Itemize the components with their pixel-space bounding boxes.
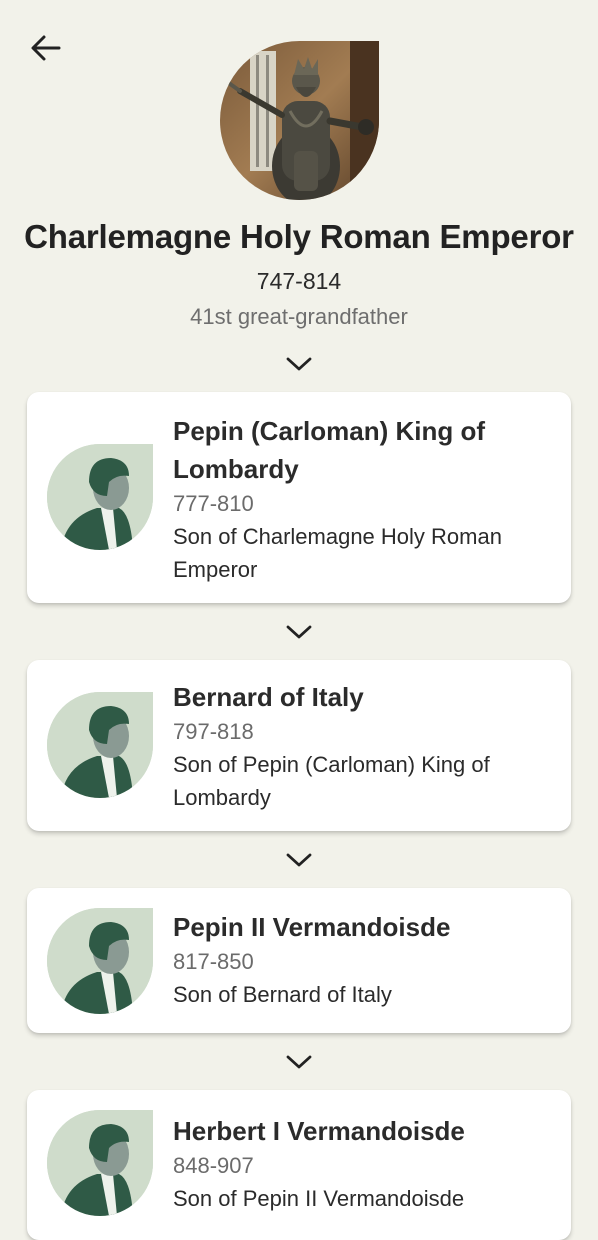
chevron-down-icon <box>286 625 312 639</box>
expand-chevron[interactable] <box>284 622 314 642</box>
avatar <box>47 1110 153 1216</box>
ancestor-dates: 777-810 <box>173 491 254 516</box>
person-name: Charlemagne Holy Roman Emperor <box>24 218 574 255</box>
ancestor-relation: Son of Pepin (Carloman) King of Lombardy <box>173 752 490 810</box>
ancestor-relation: Son of Bernard of Italy <box>173 982 392 1007</box>
avatar <box>47 692 153 798</box>
avatar <box>47 444 153 550</box>
avatar <box>47 908 153 1014</box>
ancestor-name: Bernard of Italy <box>173 682 364 712</box>
back-button[interactable] <box>26 28 66 68</box>
lineage-card[interactable]: Pepin (Carloman) King of Lombardy 777-81… <box>27 392 571 603</box>
arrow-left-icon <box>31 35 61 61</box>
profile-photo <box>220 41 379 200</box>
ancestor-name: Herbert I Vermandoisde <box>173 1116 465 1146</box>
chevron-down-icon <box>286 1055 312 1069</box>
ancestor-relation: Son of Pepin II Vermandoisde <box>173 1186 465 1211</box>
lineage-card[interactable]: Pepin II Vermandoisde 817-850 Son of Ber… <box>27 888 571 1033</box>
ancestor-name: Pepin II Vermandoisde <box>173 912 451 942</box>
expand-chevron[interactable] <box>284 1052 314 1072</box>
ancestor-dates: 848-907 <box>173 1153 254 1178</box>
lineage-card[interactable]: Herbert I Vermandoisde 848-907 Son of Pe… <box>27 1090 571 1240</box>
ancestor-relation: Son of Charlemagne Holy Roman Emperor <box>173 524 502 582</box>
ancestor-dates: 797-818 <box>173 719 254 744</box>
lineage-card[interactable]: Bernard of Italy 797-818 Son of Pepin (C… <box>27 660 571 831</box>
person-dates: 747-814 <box>256 268 342 294</box>
ancestor-dates: 817-850 <box>173 949 254 974</box>
ancestor-name: Pepin (Carloman) King of Lombardy <box>173 416 485 484</box>
person-relationship: 41st great-grandfather <box>190 304 408 329</box>
chevron-down-icon <box>286 357 312 371</box>
expand-chevron[interactable] <box>284 850 314 870</box>
expand-chevron[interactable] <box>284 354 314 374</box>
chevron-down-icon <box>286 853 312 867</box>
